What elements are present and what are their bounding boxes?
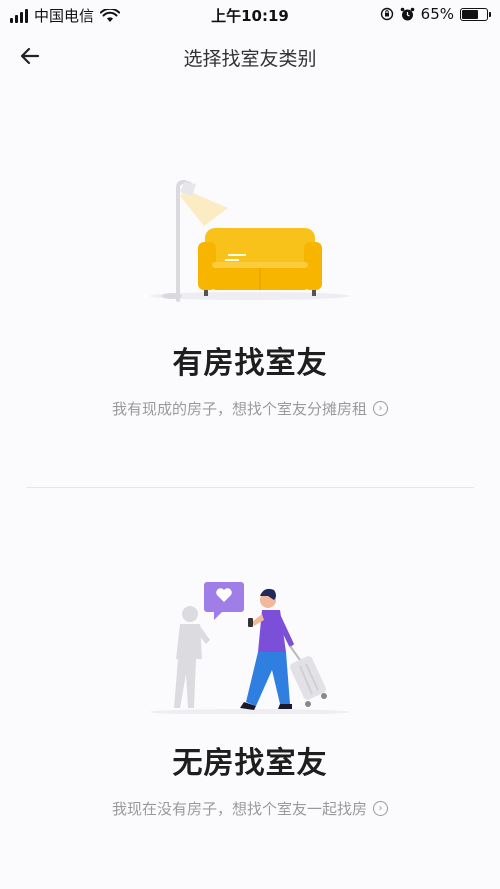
sofa-lamp-illustration xyxy=(150,179,350,302)
option-description: 我有现成的房子，想找个室友分摊房租 xyxy=(111,400,367,418)
chevron-right-icon: › xyxy=(373,401,388,416)
option-description-row: 我有现成的房子，想找个室友分摊房租 › xyxy=(0,398,500,419)
option-no-house[interactable]: 无房找室友 我现在没有房子，想找个室友一起找房 › xyxy=(0,570,500,840)
battery-percent: 65% xyxy=(420,5,454,23)
chevron-right-icon: › xyxy=(373,801,388,816)
option-description-row: 我现在没有房子，想找个室友一起找房 › xyxy=(0,798,500,819)
option-have-house[interactable]: 有房找室友 我有现成的房子，想找个室友分摊房租 › xyxy=(0,170,500,440)
option-title: 有房找室友 xyxy=(172,346,328,381)
option-title: 无房找室友 xyxy=(172,746,328,781)
nav-bar: 选择找室友类别 xyxy=(0,38,500,74)
divider xyxy=(26,487,474,488)
traveler-illustration xyxy=(150,582,350,714)
alarm-icon xyxy=(400,7,414,20)
battery-icon xyxy=(460,7,491,21)
option-description: 我现在没有房子，想找个室友一起找房 xyxy=(111,800,367,818)
status-bar: 中国电信 上午10:19 65% xyxy=(0,0,500,30)
page-title: 选择找室友类别 xyxy=(183,48,317,70)
status-right: 65% xyxy=(380,5,491,23)
orientation-lock-icon xyxy=(380,7,393,21)
